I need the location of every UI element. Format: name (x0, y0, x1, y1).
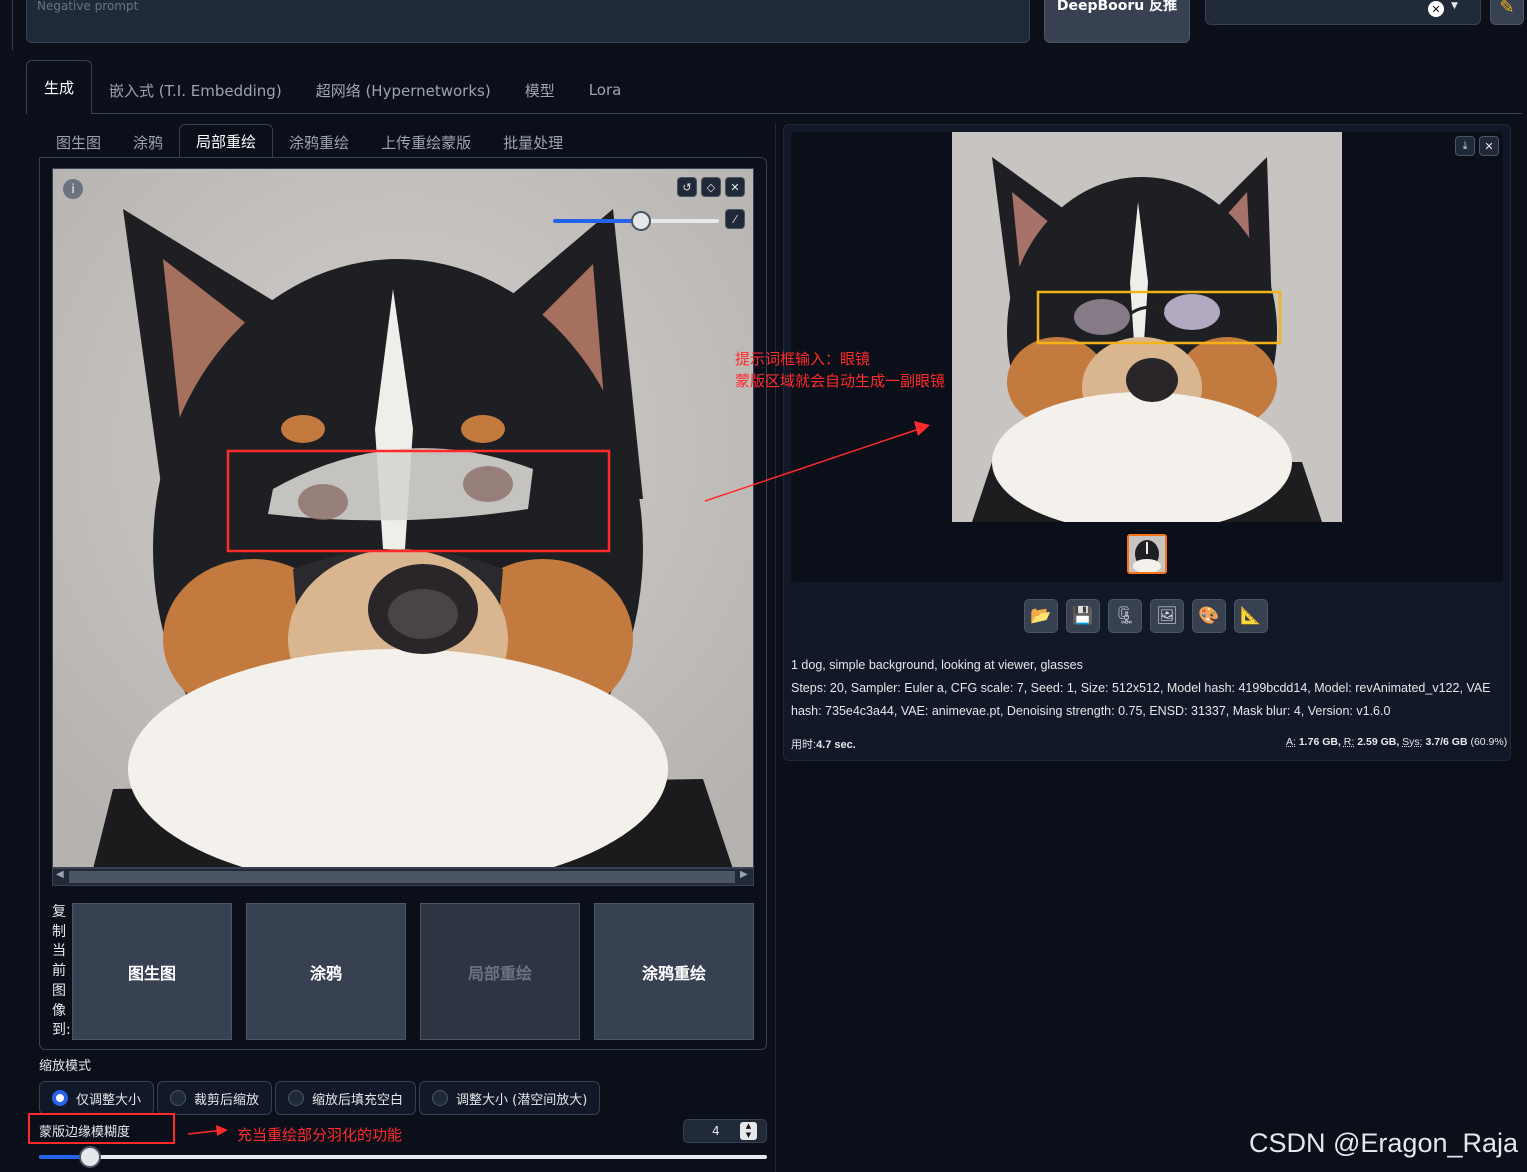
tab-sketch[interactable]: 涂鸦 (117, 126, 179, 158)
mem-r-value: 2.59 GB, (1357, 736, 1400, 748)
annotation-line-2: 蒙版区域就会自动生成一副眼镜 (735, 372, 946, 390)
tab-models[interactable]: 模型 (508, 66, 572, 114)
copy-to-inpaint-button[interactable]: 局部重绘 (420, 903, 580, 1040)
radio-dot (52, 1090, 68, 1106)
img2img-tabs: 图生图 涂鸦 局部重绘 涂鸦重绘 上传重绘蒙版 批量处理 (40, 124, 579, 158)
negative-prompt-input[interactable]: Negative prompt (26, 0, 1030, 43)
tab-hypernetworks[interactable]: 超网络 (Hypernetworks) (299, 66, 508, 114)
chevron-down-icon: ▼ (1451, 1, 1458, 11)
clear-icon[interactable]: ✕ (1428, 1, 1444, 17)
dog-image (53, 169, 753, 867)
folder-icon[interactable]: 📂 (1024, 599, 1058, 633)
undo-icon[interactable]: ↺ (677, 177, 697, 197)
stepper-icon[interactable]: ▲ ▼ (740, 1122, 757, 1140)
radio-resize-fill[interactable]: 缩放后填充空白 (275, 1081, 417, 1115)
send-to-extras-icon[interactable]: 📐 (1234, 599, 1268, 633)
brush-size-fill (553, 219, 641, 223)
thumbnail-dog (1133, 540, 1161, 572)
mem-pct: (60.9%) (1470, 736, 1508, 748)
radio-dot (432, 1090, 449, 1106)
mask-blur-slider[interactable] (39, 1146, 767, 1168)
mem-sys-value: 3.7/6 GB (1425, 736, 1468, 748)
styles-dropdown[interactable]: ✕ ▼ (1205, 0, 1481, 25)
zip-icon[interactable]: 🗜 (1108, 599, 1142, 633)
info-icon[interactable]: i (63, 179, 83, 199)
mask-blur-value: 4 (712, 1124, 720, 1138)
tab-generate[interactable]: 生成 (26, 60, 93, 114)
scroll-right-icon[interactable]: ▶ (740, 869, 748, 880)
radio-label: 仅调整大小 (76, 1092, 142, 1108)
arrow-right-icon (187, 1125, 228, 1136)
mask-blur-label: 蒙版边缘模糊度 (28, 1113, 175, 1144)
output-tools: 📂 💾 🗜 🖼 🎨 📐 (1024, 599, 1268, 633)
mask-blur-handle[interactable] (78, 1146, 101, 1168)
tab-inpaint[interactable]: 局部重绘 (179, 124, 274, 158)
copy-to-sketch-button[interactable]: 涂鸦 (246, 903, 406, 1040)
column-divider (775, 124, 776, 1172)
gallery-thumbnail[interactable] (1127, 534, 1167, 574)
close-icon[interactable]: ✕ (725, 177, 745, 197)
blur-annotation: 充当重绘部分羽化的功能 (237, 1126, 403, 1144)
tab-img2img[interactable]: 图生图 (40, 126, 117, 158)
tab-inpaint-sketch[interactable]: 涂鸦重绘 (273, 126, 365, 158)
mem-a-label: A: (1286, 736, 1296, 748)
brush-icon[interactable]: ⁄ (725, 209, 745, 229)
radio-label: 缩放后填充空白 (312, 1092, 404, 1108)
negative-prompt-placeholder: Negative prompt (37, 0, 139, 13)
watermark: CSDN @Eragon_Raja (1249, 1128, 1519, 1158)
deepbooru-label: DeepBooru 反推 (1056, 0, 1178, 14)
params-line-1: Steps: 20, Sampler: Euler a, CFG scale: … (791, 681, 1491, 695)
send-to-img2img-icon[interactable]: 🖼 (1150, 599, 1184, 633)
resize-mode-group: 仅调整大小 裁剪后缩放 缩放后填充空白 调整大小 (潜空间放大) (39, 1081, 601, 1115)
copy-to-img2img-button[interactable]: 图生图 (72, 903, 232, 1040)
radio-dot (288, 1090, 305, 1106)
prompt-text: 1 dog, simple background, looking at vie… (791, 658, 1083, 672)
download-icon[interactable]: ⤓ (1455, 136, 1475, 156)
scrollbar-thumb[interactable] (69, 871, 735, 883)
annotation-line-1: 提示词框输入：眼镜 (735, 350, 871, 368)
output-image[interactable] (952, 132, 1342, 522)
pencil-icon[interactable]: ✎ (1490, 0, 1524, 25)
copy-to-label: 复制当前图像到: (52, 904, 71, 1039)
radio-latent-upscale[interactable]: 调整大小 (潜空间放大) (419, 1081, 601, 1115)
time-label: 用时: (791, 739, 817, 751)
brush-size-handle[interactable] (630, 211, 651, 231)
annotation-arrow-icon (704, 421, 930, 502)
tab-divider (92, 113, 1522, 114)
mem-a-value: 1.76 GB, (1298, 736, 1341, 748)
radio-label: 裁剪后缩放 (194, 1092, 260, 1108)
scroll-left-icon[interactable]: ◀ (56, 869, 64, 880)
close-gallery-icon[interactable]: ✕ (1479, 136, 1499, 156)
eraser-icon[interactable]: ◇ (701, 177, 721, 197)
dog-glasses-image (952, 132, 1342, 522)
radio-dot (170, 1090, 187, 1106)
radio-label: 调整大小 (潜空间放大) (456, 1092, 588, 1108)
mem-sys-label: Sys: (1402, 736, 1423, 748)
mem-r-label: R: (1343, 736, 1355, 748)
copy-to-inpaint-sketch-button[interactable]: 涂鸦重绘 (594, 903, 754, 1040)
radio-just-resize[interactable]: 仅调整大小 (39, 1081, 155, 1115)
tab-embedding[interactable]: 嵌入式 (T.I. Embedding) (92, 66, 299, 114)
params-line-2: hash: 735e4c3a44, VAE: animevae.pt, Deno… (791, 704, 1391, 718)
mask-blur-input[interactable]: 4 ▲ ▼ (683, 1119, 767, 1143)
resize-mode-label: 缩放模式 (39, 1059, 92, 1074)
brush-size-slider[interactable] (553, 211, 719, 231)
inpaint-canvas[interactable]: i ↺ ◇ ✕ ⁄ (52, 168, 754, 868)
glasses-annotation: 提示词框输入：眼镜 蒙版区域就会自动生成一副眼镜 (735, 348, 945, 392)
send-to-inpaint-icon[interactable]: 🎨 (1192, 599, 1226, 633)
deepbooru-button[interactable]: DeepBooru 反推 (1044, 0, 1190, 43)
radio-crop-resize[interactable]: 裁剪后缩放 (157, 1081, 273, 1115)
generation-info: 1 dog, simple background, looking at vie… (791, 654, 1503, 723)
time-taken: 用时:4.7 sec. (791, 736, 856, 752)
tab-inpaint-upload[interactable]: 上传重绘蒙版 (365, 126, 487, 158)
save-icon[interactable]: 💾 (1066, 599, 1100, 633)
divider (12, 0, 13, 50)
vram-usage: A: 1.76 GB, R: 2.59 GB, Sys: 3.7/6 GB (6… (1286, 736, 1507, 748)
tab-lora[interactable]: Lora (572, 66, 639, 114)
time-value: 4.7 sec. (816, 739, 856, 751)
tab-batch[interactable]: 批量处理 (487, 126, 579, 158)
canvas-scrollbar[interactable]: ◀ ▶ (52, 868, 754, 886)
main-tabs: 生成 嵌入式 (T.I. Embedding) 超网络 (Hypernetwor… (26, 60, 638, 114)
